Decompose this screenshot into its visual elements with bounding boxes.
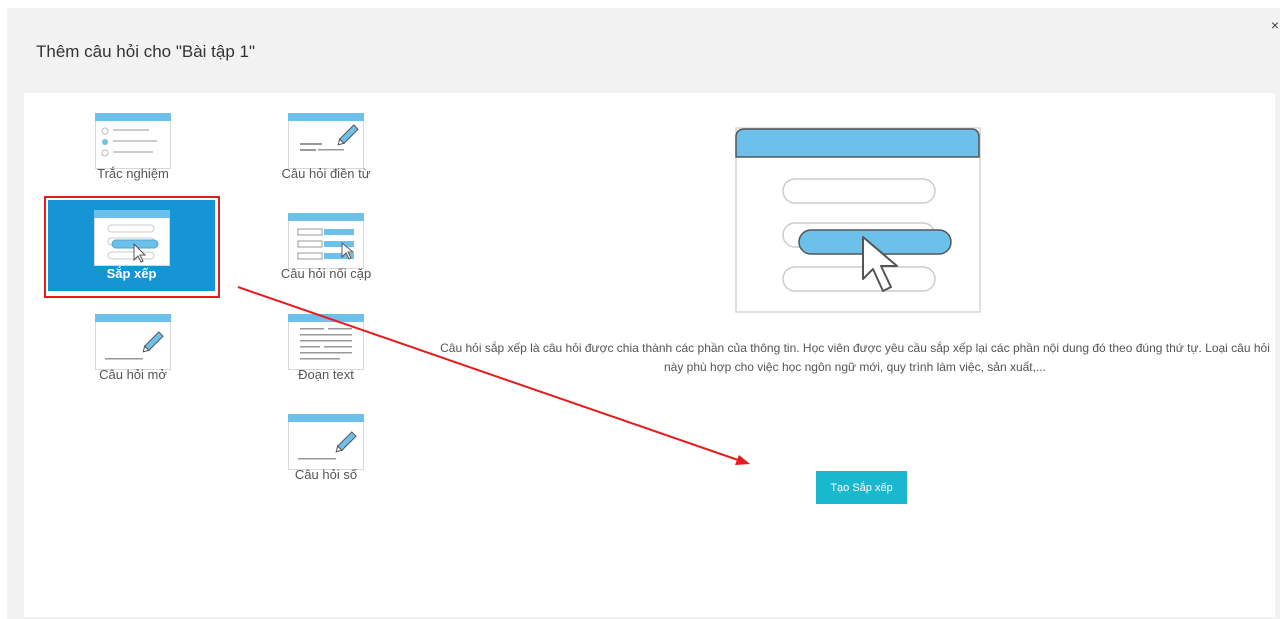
tile-label: Câu hỏi điền từ [281, 166, 371, 181]
sort-preview-illustration [735, 127, 981, 313]
question-type-match-pairs[interactable]: Câu hỏi nối cặp [238, 204, 414, 300]
question-type-text-paragraph[interactable]: Đoạn text [238, 305, 414, 401]
fill-word-icon [288, 113, 364, 169]
number-question-icon [288, 414, 364, 470]
text-paragraph-icon [288, 314, 364, 370]
tile-label: Trắc nghiệm [97, 166, 169, 181]
multiple-choice-icon [95, 113, 171, 169]
question-type-open[interactable]: Câu hỏi mở [45, 305, 221, 401]
tile-label: Câu hỏi nối cặp [280, 266, 372, 281]
match-pairs-icon [288, 213, 364, 269]
create-sort-question-button[interactable]: Tạo Sắp xếp [816, 471, 907, 504]
open-question-icon [95, 314, 171, 370]
question-type-description: Câu hỏi sắp xếp là câu hỏi được chia thà… [440, 341, 1270, 374]
top-strip [0, 0, 1280, 8]
question-type-multiple-choice[interactable]: Trắc nghiệm [45, 104, 221, 200]
tile-label: Sắp xếp [106, 266, 157, 281]
modal-title: Thêm câu hỏi cho "Bài tập 1" [36, 42, 256, 61]
sort-icon [93, 210, 170, 266]
question-type-sort[interactable]: Sắp xếp [48, 200, 215, 291]
tile-label: Đoạn text [298, 367, 354, 382]
tile-label: Câu hỏi số [294, 467, 358, 482]
question-type-fill-word[interactable]: Câu hỏi điền từ [238, 104, 414, 200]
tile-label: Câu hỏi mở [99, 367, 167, 382]
close-icon[interactable]: × [1268, 18, 1280, 32]
question-type-number[interactable]: Câu hỏi số [238, 405, 414, 501]
